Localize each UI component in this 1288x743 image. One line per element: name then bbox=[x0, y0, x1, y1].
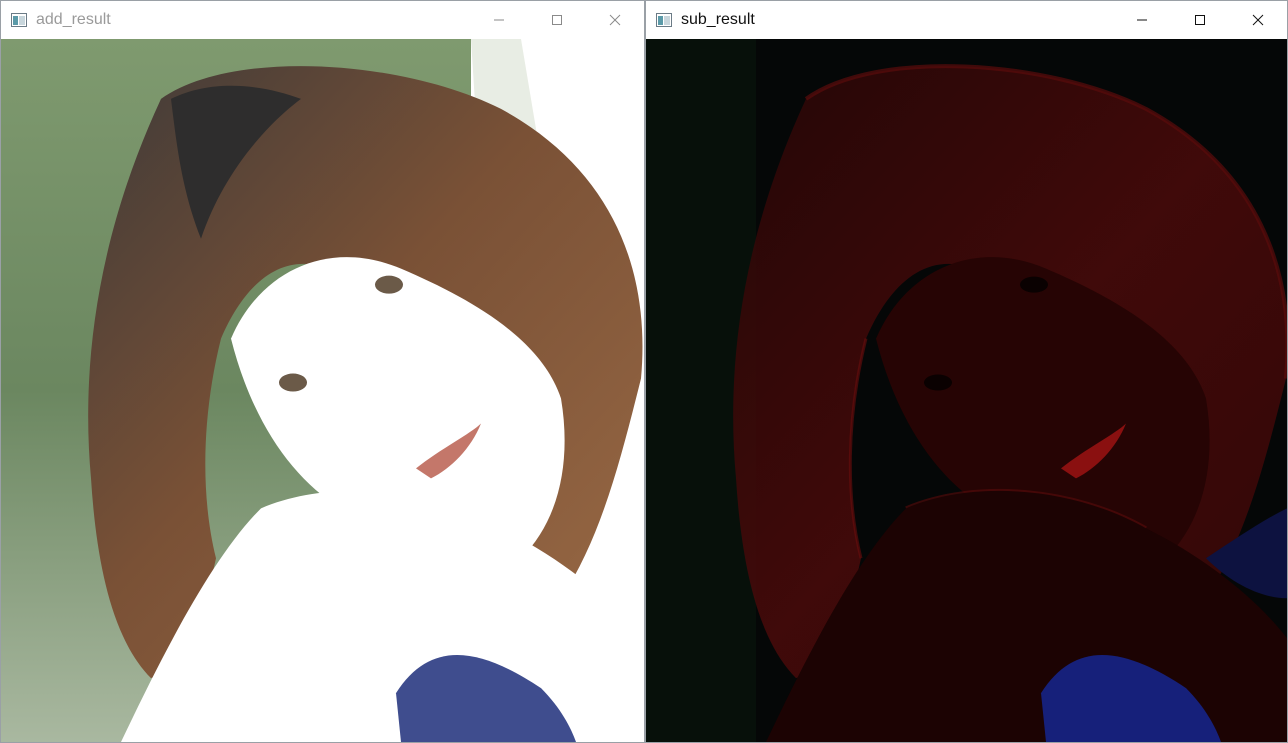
maximize-icon bbox=[1195, 15, 1205, 25]
close-button[interactable] bbox=[586, 1, 644, 39]
titlebar[interactable]: sub_result bbox=[646, 1, 1287, 39]
window-controls bbox=[1113, 1, 1287, 39]
app-window-icon bbox=[11, 13, 27, 27]
window-controls bbox=[470, 1, 644, 39]
maximize-button[interactable] bbox=[1171, 1, 1229, 39]
window-title: sub_result bbox=[681, 11, 755, 28]
add-result-window: add_result bbox=[0, 0, 645, 743]
image-view bbox=[1, 39, 644, 742]
maximize-icon bbox=[552, 15, 562, 25]
app-window-icon bbox=[656, 13, 672, 27]
minimize-button[interactable] bbox=[1113, 1, 1171, 39]
image-view bbox=[646, 39, 1287, 742]
titlebar[interactable]: add_result bbox=[1, 1, 644, 39]
sub-result-window: sub_result bbox=[645, 0, 1288, 743]
maximize-button[interactable] bbox=[528, 1, 586, 39]
close-button[interactable] bbox=[1229, 1, 1287, 39]
close-icon bbox=[609, 14, 621, 26]
minimize-icon bbox=[1137, 19, 1147, 21]
close-icon bbox=[1252, 14, 1264, 26]
window-title: add_result bbox=[36, 11, 111, 28]
sub-result-image bbox=[646, 39, 1287, 742]
add-result-image bbox=[1, 39, 644, 742]
minimize-icon bbox=[494, 19, 504, 21]
minimize-button[interactable] bbox=[470, 1, 528, 39]
